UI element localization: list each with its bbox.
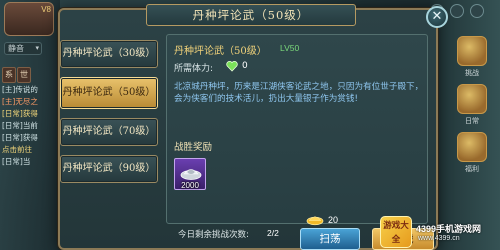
chat-tab-system[interactable]: 系	[2, 67, 16, 83]
stamina-cost-label: 所需体力:	[174, 64, 214, 74]
stamina-cost-value: 0	[242, 61, 248, 71]
activity-label: 日常	[465, 117, 479, 125]
chat-line: [日常]当	[2, 157, 31, 166]
sweep-button[interactable]: 扫荡	[300, 228, 360, 250]
level-tab-70[interactable]: 丹种坪论武（70级）	[60, 118, 158, 146]
gold-ingot-icon	[306, 216, 324, 226]
gold-cost-value: 20	[328, 215, 339, 225]
watermark-url: www.4399.cn	[418, 235, 460, 242]
level-tab-50[interactable]: 丹种坪论武（50级）	[60, 77, 158, 109]
reward-title: 战胜奖励	[174, 142, 213, 153]
activity-label: 福利	[465, 165, 479, 173]
close-icon[interactable]: ✕	[426, 6, 448, 28]
activity-icon[interactable]	[457, 36, 487, 66]
chat-line: [日常]当前	[2, 121, 38, 130]
chat-line: 点击前往	[2, 145, 32, 154]
watermark-site-name: 4399手机游戏网	[416, 224, 482, 234]
green-heart-icon	[226, 60, 238, 72]
chat-line: [主]传说的	[2, 85, 38, 94]
dialog-title: 丹种坪论武（50级）	[146, 4, 356, 26]
activity-icon[interactable]	[457, 132, 487, 162]
reward-quantity: 2000	[181, 181, 199, 190]
activity-icon-column: 挑战 日常 福利	[452, 36, 492, 180]
chat-tab-world[interactable]: 世	[17, 67, 31, 83]
stage-level-tag: LV50	[280, 43, 300, 53]
activity-label: 挑战	[465, 69, 479, 77]
watermark-logo: 游戏大全	[380, 216, 412, 248]
silver-ingot-icon	[180, 169, 202, 180]
hud-round-button[interactable]	[450, 4, 464, 18]
player-avatar[interactable]: V8	[4, 2, 54, 36]
activity-icon[interactable]	[457, 84, 487, 114]
chat-log: [主]传说的 [主]无尽之 [日常]获得 [日常]当前 [日常]获得 点击前往 …	[2, 84, 54, 168]
remaining-attempts-value: 2/2	[267, 228, 279, 238]
stage-name: 丹种坪论武（50级）	[174, 46, 267, 57]
level-list: 丹种坪论武（30级） 丹种坪论武（50级） 丹种坪论武（70级） 丹种坪论武（9…	[60, 40, 158, 192]
level-tab-90[interactable]: 丹种坪论武（90级）	[60, 155, 158, 183]
chat-tabs: 系世	[2, 62, 54, 83]
remaining-attempts-label: 今日剩余挑战次数:	[178, 230, 249, 240]
stage-description: 北凉城丹种坪，历来是江湖侠客论武之地，只因为有位世子殿下，会为侠客们的技术活儿，…	[174, 82, 424, 104]
chat-line: [主]无尽之	[2, 97, 38, 106]
level-tab-30[interactable]: 丹种坪论武（30级）	[60, 40, 158, 68]
mute-toggle[interactable]: 静音	[4, 42, 42, 55]
player-vip-level: V8	[41, 5, 51, 14]
chat-line: [日常]获得	[2, 133, 38, 142]
hud-round-button[interactable]	[470, 4, 484, 18]
chat-line: [日常]获得	[2, 109, 38, 118]
